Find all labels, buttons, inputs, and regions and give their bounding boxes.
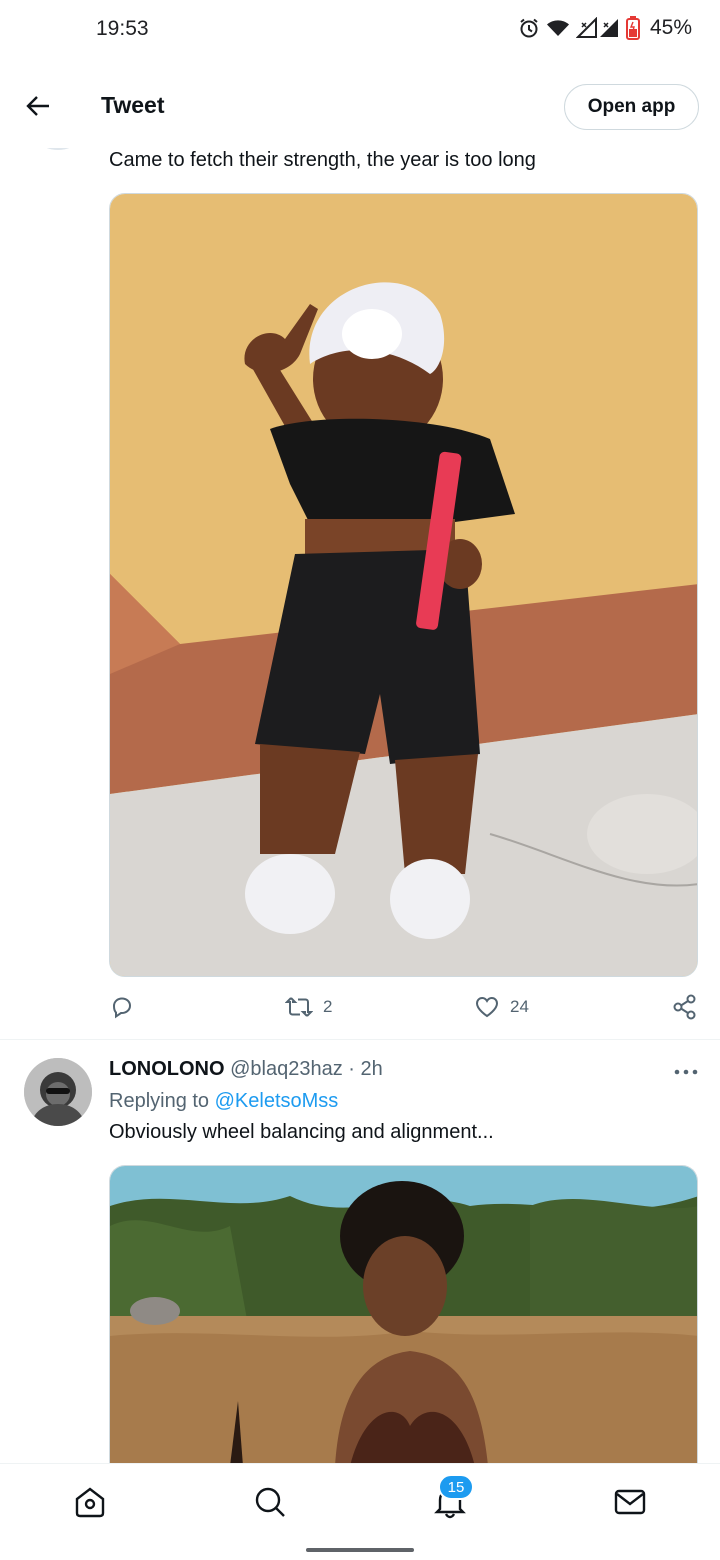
replying-prefix: Replying to bbox=[109, 1090, 210, 1112]
home-icon bbox=[75, 1487, 105, 1518]
tweet-actions: 2 24 bbox=[109, 989, 699, 1025]
status-icons: 45% bbox=[518, 16, 692, 40]
arrow-left-icon bbox=[26, 96, 49, 116]
replying-to: Replying to @KeletsoMss bbox=[109, 1090, 338, 1113]
tweet-media-photo[interactable] bbox=[109, 193, 698, 977]
open-app-button[interactable]: Open app bbox=[564, 84, 699, 130]
retweet-count: 2 bbox=[323, 997, 333, 1016]
nav-home[interactable] bbox=[70, 1482, 110, 1522]
nav-messages[interactable] bbox=[610, 1482, 650, 1522]
alarm-icon bbox=[518, 17, 540, 39]
search-icon bbox=[255, 1487, 285, 1517]
tweet-text: Obviously wheel balancing and alignment.… bbox=[109, 1121, 494, 1143]
divider bbox=[0, 1039, 720, 1040]
bottom-navigation bbox=[0, 1463, 720, 1535]
more-options-button[interactable] bbox=[672, 1058, 700, 1086]
retweet-icon bbox=[285, 997, 313, 1017]
author-handle[interactable]: @blaq23haz bbox=[230, 1058, 343, 1080]
more-horizontal-icon bbox=[674, 1069, 698, 1075]
signal-icon bbox=[575, 17, 620, 39]
status-bar: 19:53 45% bbox=[0, 0, 720, 60]
back-button[interactable] bbox=[18, 86, 58, 126]
battery-percent: 45% bbox=[649, 16, 692, 39]
photo-woman-outdoors-image bbox=[110, 1166, 697, 1465]
like-count: 24 bbox=[510, 997, 529, 1016]
tweet-media-photo[interactable] bbox=[109, 1165, 698, 1465]
page-title: Tweet bbox=[101, 92, 165, 118]
share-icon bbox=[673, 994, 696, 1020]
like-button[interactable]: 24 bbox=[474, 989, 529, 1025]
mention-link[interactable]: @KeletsoMss bbox=[215, 1090, 339, 1112]
tweet-text: Came to fetch their strength, the year i… bbox=[109, 149, 536, 171]
notifications-badge: 15 bbox=[438, 1474, 474, 1500]
avatar[interactable] bbox=[24, 1058, 92, 1126]
tweet-time: 2h bbox=[360, 1058, 383, 1080]
photo-child-dancing-image bbox=[110, 194, 697, 976]
nav-search[interactable] bbox=[250, 1482, 290, 1522]
share-button[interactable] bbox=[673, 989, 697, 1025]
battery-icon bbox=[625, 16, 640, 40]
reply-icon bbox=[112, 997, 132, 1019]
tweet-author-line: LONOLONO @blaq23haz · 2h bbox=[109, 1058, 383, 1081]
wifi-icon bbox=[546, 17, 570, 39]
heart-icon bbox=[475, 996, 499, 1018]
gesture-bar[interactable] bbox=[306, 1548, 414, 1552]
reply-button[interactable] bbox=[109, 989, 145, 1025]
top-app-bar: Tweet Open app bbox=[0, 62, 720, 148]
status-time: 19:53 bbox=[96, 17, 149, 40]
author-name[interactable]: LONOLONO bbox=[109, 1058, 225, 1080]
messages-icon bbox=[614, 1489, 646, 1515]
retweet-button[interactable]: 2 bbox=[285, 989, 332, 1025]
meta-separator: · bbox=[348, 1058, 355, 1080]
